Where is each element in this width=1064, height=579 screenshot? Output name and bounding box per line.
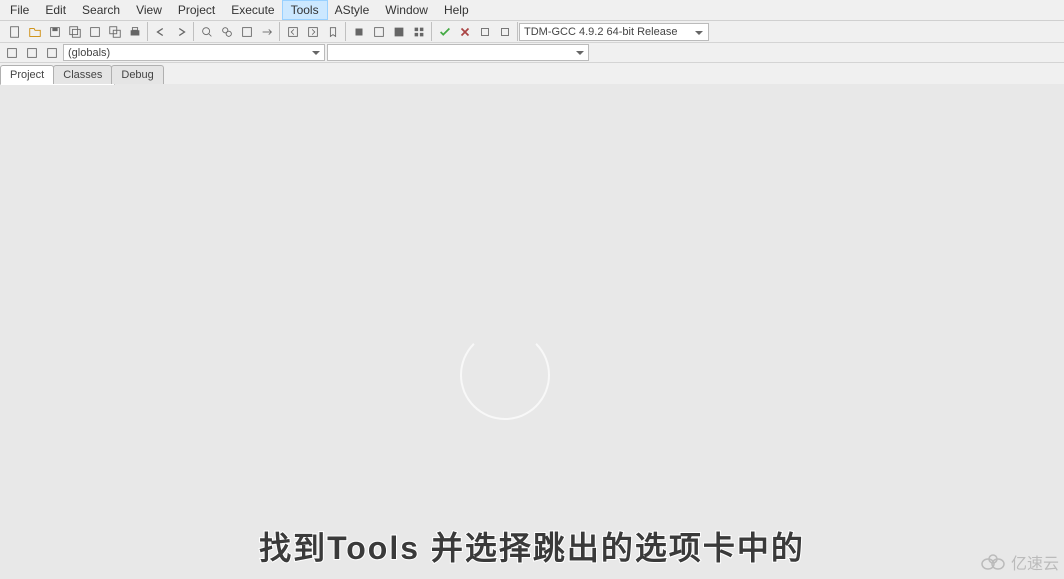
close-all-icon[interactable] bbox=[106, 23, 124, 41]
undo-icon[interactable] bbox=[152, 23, 170, 41]
nav-forward-icon[interactable] bbox=[304, 23, 322, 41]
goto-prev-icon[interactable] bbox=[3, 44, 21, 62]
menubar: File Edit Search View Project Execute To… bbox=[0, 0, 1064, 21]
open-file-icon[interactable] bbox=[26, 23, 44, 41]
debug-continue-icon[interactable] bbox=[496, 23, 514, 41]
menu-astyle[interactable]: AStyle bbox=[327, 1, 378, 19]
print-icon[interactable] bbox=[126, 23, 144, 41]
save-icon[interactable] bbox=[46, 23, 64, 41]
scope-selector[interactable]: (globals) bbox=[63, 44, 325, 61]
menu-tools[interactable]: Tools bbox=[283, 1, 327, 19]
compiler-select-value: TDM-GCC 4.9.2 64-bit Release bbox=[524, 26, 677, 38]
goto-next-icon[interactable] bbox=[23, 44, 41, 62]
replace-icon[interactable] bbox=[218, 23, 236, 41]
compile-run-icon[interactable] bbox=[390, 23, 408, 41]
goto-line-icon[interactable] bbox=[258, 23, 276, 41]
menu-file[interactable]: File bbox=[2, 1, 37, 19]
find-icon[interactable] bbox=[198, 23, 216, 41]
video-subtitle: 找到Tools 并选择跳出的选项卡中的 bbox=[259, 523, 805, 569]
watermark-text: 亿速云 bbox=[1011, 550, 1059, 574]
side-tabs: Project Classes Debug bbox=[0, 63, 1064, 84]
loading-spinner-icon bbox=[460, 330, 550, 420]
menu-view[interactable]: View bbox=[128, 1, 170, 19]
main-toolbar: TDM-GCC 4.9.2 64-bit Release bbox=[0, 21, 1064, 43]
run-icon[interactable] bbox=[370, 23, 388, 41]
menu-edit[interactable]: Edit bbox=[37, 1, 74, 19]
menu-help[interactable]: Help bbox=[436, 1, 477, 19]
rebuild-icon[interactable] bbox=[410, 23, 428, 41]
menu-window[interactable]: Window bbox=[377, 1, 436, 19]
menu-execute[interactable]: Execute bbox=[223, 1, 282, 19]
save-all-icon[interactable] bbox=[66, 23, 84, 41]
watermark-cloud-icon bbox=[979, 553, 1007, 571]
compile-icon[interactable] bbox=[350, 23, 368, 41]
compiler-selector[interactable]: TDM-GCC 4.9.2 64-bit Release bbox=[519, 23, 709, 41]
menu-search[interactable]: Search bbox=[74, 1, 128, 19]
tab-classes[interactable]: Classes bbox=[53, 65, 112, 84]
debug-stop-icon[interactable] bbox=[456, 23, 474, 41]
new-file-icon[interactable] bbox=[6, 23, 24, 41]
member-selector[interactable] bbox=[327, 44, 589, 61]
debug-step-icon[interactable] bbox=[476, 23, 494, 41]
menu-project[interactable]: Project bbox=[170, 1, 223, 19]
watermark: 亿速云 bbox=[979, 550, 1059, 574]
secondary-toolbar: (globals) bbox=[0, 43, 1064, 63]
editor-workspace: 找到Tools 并选择跳出的选项卡中的 亿速云 bbox=[0, 85, 1064, 579]
find-in-files-icon[interactable] bbox=[238, 23, 256, 41]
tab-project[interactable]: Project bbox=[0, 65, 54, 84]
goto-def-icon[interactable] bbox=[43, 44, 61, 62]
tab-debug[interactable]: Debug bbox=[111, 65, 163, 84]
redo-icon[interactable] bbox=[172, 23, 190, 41]
scope-select-value: (globals) bbox=[68, 47, 110, 59]
nav-back-icon[interactable] bbox=[284, 23, 302, 41]
close-file-icon[interactable] bbox=[86, 23, 104, 41]
debug-check-icon[interactable] bbox=[436, 23, 454, 41]
bookmark-icon[interactable] bbox=[324, 23, 342, 41]
